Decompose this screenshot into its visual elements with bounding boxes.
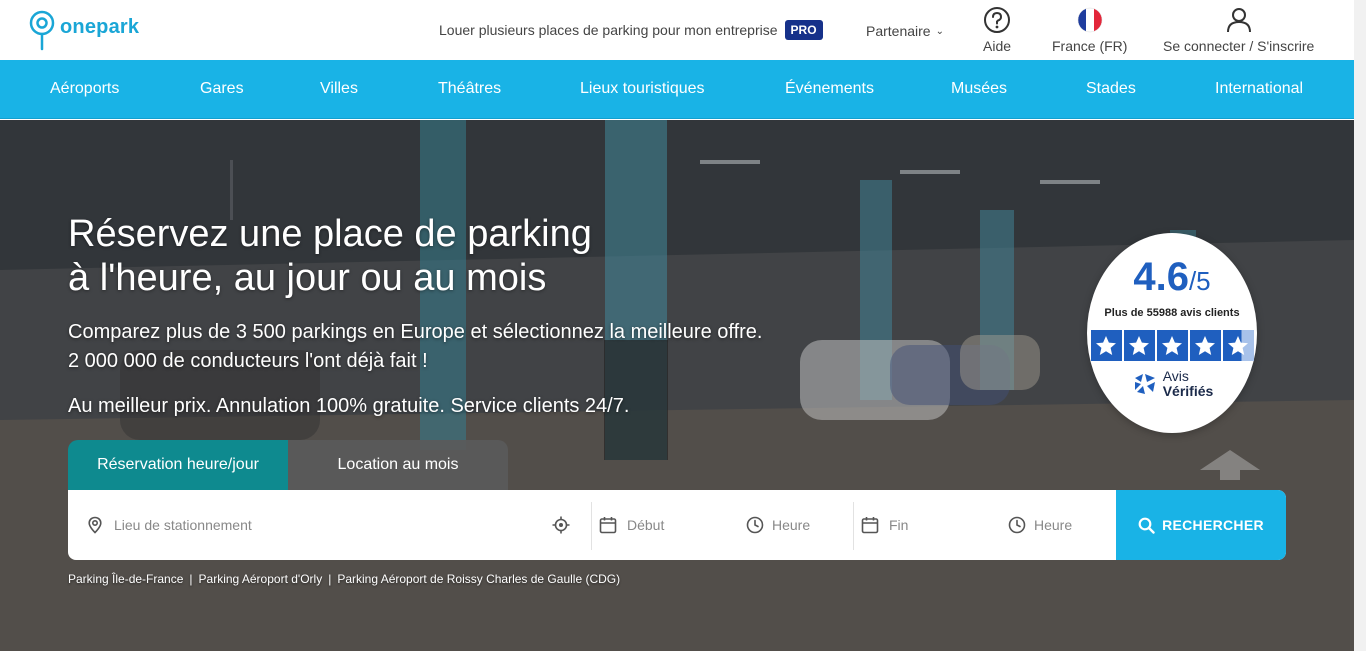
end-date-field[interactable]: Fin: [861, 490, 991, 560]
clock-icon: [1008, 516, 1026, 534]
nav-item-stations[interactable]: Gares: [200, 80, 244, 98]
pro-badge: PRO: [784, 20, 823, 40]
start-date-field[interactable]: Début: [599, 490, 729, 560]
start-time-placeholder: Heure: [772, 517, 811, 533]
rating-score-value: 4.6: [1133, 255, 1189, 299]
pro-business-link[interactable]: Louer plusieurs places de parking pour m…: [439, 20, 823, 40]
login-link[interactable]: Se connecter / S'inscrire: [1163, 6, 1314, 54]
end-time-placeholder: Heure: [1034, 517, 1073, 533]
hero-title-line2: à l'heure, au jour ou au mois: [68, 257, 547, 299]
france-flag-icon: [1077, 7, 1102, 33]
category-nav: Aéroports Gares Villes Théâtres Lieux to…: [0, 60, 1354, 119]
rating-badge[interactable]: 4.6/5 Plus de 55988 avis clients Avis Vé…: [1087, 233, 1257, 433]
nav-item-stadiums[interactable]: Stades: [1086, 80, 1136, 98]
start-date-placeholder: Début: [627, 517, 665, 533]
link-separator: |: [189, 572, 193, 586]
star-rating: [1090, 330, 1254, 361]
location-placeholder: Lieu de stationnement: [114, 517, 252, 533]
star-icon: [1189, 330, 1221, 361]
search-button-label: RECHERCHER: [1162, 517, 1264, 533]
quick-link-orly[interactable]: Parking Aéroport d'Orly: [199, 572, 323, 586]
field-separator: [591, 502, 592, 550]
tab-hourly-daily[interactable]: Réservation heure/jour: [68, 440, 288, 490]
end-time-field[interactable]: Heure: [1008, 490, 1108, 560]
search-icon: [1138, 517, 1155, 534]
field-separator: [853, 502, 854, 550]
tab-monthly[interactable]: Location au mois: [288, 440, 508, 490]
rating-score: 4.6/5: [1133, 255, 1210, 303]
location-field[interactable]: Lieu de stationnement: [86, 490, 586, 560]
hero-subtitle-line1: Comparez plus de 3 500 parkings en Europ…: [68, 321, 763, 343]
partner-label: Partenaire: [866, 23, 931, 39]
review-count: Plus de 55988 avis clients: [1104, 307, 1240, 319]
avis-verifies-logo: Avis Vérifiés: [1131, 369, 1214, 399]
star-half-icon: [1222, 330, 1254, 361]
header: onepark Louer plusieurs places de parkin…: [0, 0, 1354, 60]
help-link[interactable]: Aide: [983, 6, 1011, 54]
star-icon: [1090, 330, 1122, 361]
country-label: France (FR): [1052, 38, 1128, 54]
avis-verifies-text: Avis Vérifiés: [1163, 369, 1214, 399]
brand-line1: Avis: [1162, 368, 1189, 384]
hero-benefits: Au meilleur prix. Annulation 100% gratui…: [68, 395, 630, 417]
country-selector[interactable]: France (FR): [1052, 6, 1127, 54]
chevron-down-icon: ⌄: [935, 25, 944, 37]
nav-item-airports[interactable]: Aéroports: [50, 80, 119, 98]
geolocate-icon[interactable]: [552, 516, 570, 534]
star-icon: [1156, 330, 1188, 361]
avis-verifies-icon: [1134, 374, 1155, 394]
user-icon: [1226, 8, 1251, 33]
quick-links: Parking Île-de-France | Parking Aéroport…: [68, 572, 620, 586]
link-separator: |: [328, 572, 332, 586]
end-date-placeholder: Fin: [889, 517, 909, 533]
location-pin-icon: [88, 516, 102, 534]
star-icon: [1123, 330, 1155, 361]
onepark-logo[interactable]: onepark: [28, 9, 139, 51]
logo-text: onepark: [60, 15, 140, 38]
hero-title: Réservez une place de parking à l'heure,…: [68, 212, 592, 300]
hero-title-line1: Réservez une place de parking: [68, 213, 592, 255]
calendar-icon: [599, 517, 617, 534]
booking-tabs: Réservation heure/jour Location au mois: [68, 440, 508, 490]
nav-item-international[interactable]: International: [1215, 80, 1303, 98]
quick-link-cdg[interactable]: Parking Aéroport de Roissy Charles de Ga…: [337, 572, 620, 586]
pro-link-label: Louer plusieurs places de parking pour m…: [439, 22, 778, 38]
calendar-icon: [861, 517, 879, 534]
nav-item-cities[interactable]: Villes: [320, 80, 358, 98]
clock-icon: [746, 516, 764, 534]
nav-item-events[interactable]: Événements: [785, 80, 874, 98]
partner-dropdown[interactable]: Partenaire ⌄: [866, 23, 944, 39]
hero-subtitle-line2: 2 000 000 de conducteurs l'ont déjà fait…: [68, 350, 428, 372]
start-time-field[interactable]: Heure: [746, 490, 846, 560]
login-label: Se connecter / S'inscrire: [1163, 38, 1315, 54]
hero-section: Réservez une place de parking à l'heure,…: [0, 120, 1354, 651]
search-bar: Lieu de stationnement Début Heure Fin He…: [68, 490, 1286, 560]
quick-link-ile-de-france[interactable]: Parking Île-de-France: [68, 572, 183, 586]
nav-item-museums[interactable]: Musées: [951, 80, 1007, 98]
logo-pin-icon: [29, 10, 55, 51]
rating-scale: /5: [1188, 266, 1211, 296]
help-icon: [984, 7, 1011, 33]
nav-item-theatres[interactable]: Théâtres: [438, 80, 501, 98]
nav-item-tourist-places[interactable]: Lieux touristiques: [580, 80, 705, 98]
help-label: Aide: [983, 38, 1012, 54]
hero-subtitle: Comparez plus de 3 500 parkings en Europ…: [68, 318, 762, 376]
page-scrollbar[interactable]: [1354, 0, 1366, 651]
brand-line2: Vérifiés: [1162, 383, 1214, 399]
search-button[interactable]: RECHERCHER: [1116, 490, 1286, 560]
